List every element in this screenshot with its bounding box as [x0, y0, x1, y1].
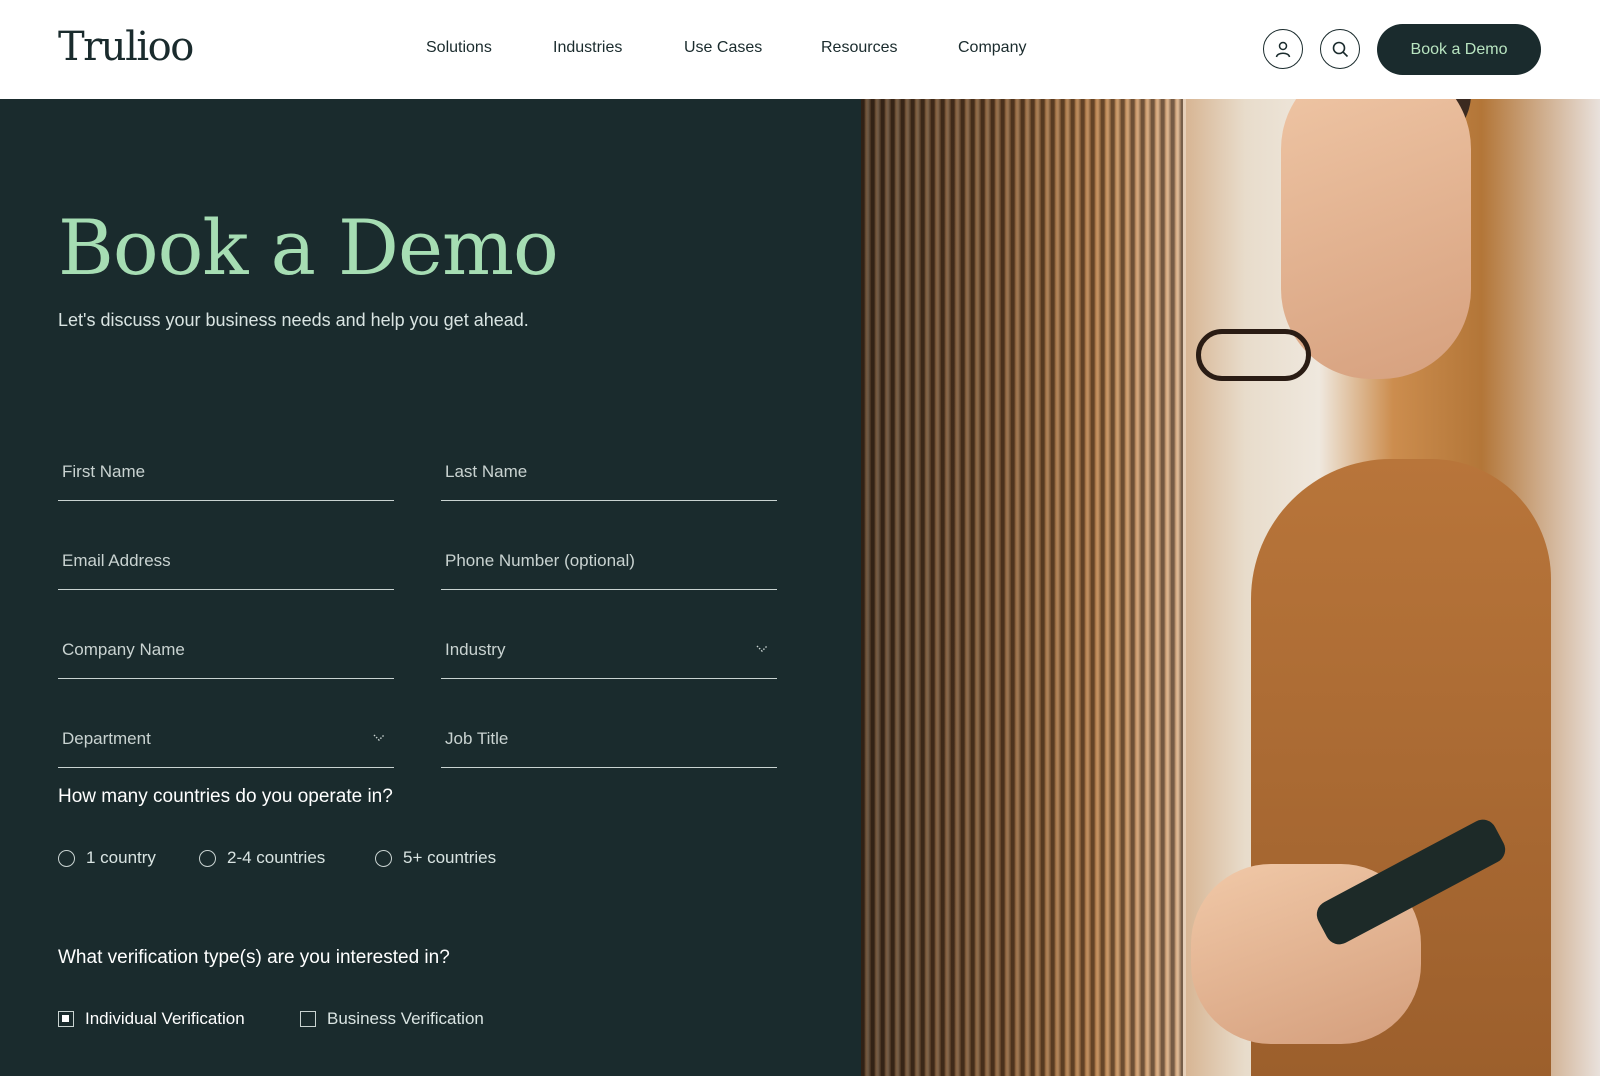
radio-2-4-countries[interactable]: 2-4 countries: [199, 848, 325, 868]
nav-company[interactable]: Company: [958, 39, 1026, 57]
site-header: Trulioo Solutions Industries Use Cases R…: [0, 0, 1600, 99]
email-placeholder: Email Address: [62, 551, 171, 570]
checkbox-individual-verification[interactable]: Individual Verification: [58, 1009, 245, 1029]
photo-reeded-glass: [861, 99, 1183, 1076]
logo[interactable]: Trulioo: [58, 24, 194, 70]
department-select[interactable]: Department: [58, 710, 394, 768]
form-panel: Book a Demo Let's discuss your business …: [0, 99, 861, 1076]
first-name-field[interactable]: First Name: [58, 443, 394, 501]
book-demo-button[interactable]: Book a Demo: [1377, 24, 1541, 75]
industry-select[interactable]: Industry: [441, 621, 777, 679]
hero-photo: [861, 99, 1600, 1076]
checkbox-box[interactable]: [300, 1011, 316, 1027]
company-name-placeholder: Company Name: [62, 640, 185, 659]
chevron-down-icon: [756, 645, 768, 652]
photo-person-head: [1281, 99, 1471, 379]
search-icon: [1332, 41, 1349, 58]
checkbox-box[interactable]: [58, 1011, 74, 1027]
photo-glass-edge: [1183, 99, 1186, 1076]
radio-circle[interactable]: [58, 849, 75, 867]
radio-1-country[interactable]: 1 country: [58, 848, 156, 868]
photo-glasses: [1196, 329, 1311, 381]
page-title: Book a Demo: [58, 203, 559, 292]
chevron-down-icon: [373, 734, 385, 741]
checkbox-label: Business Verification: [327, 1009, 484, 1028]
user-icon: [1275, 41, 1291, 58]
search-button[interactable]: [1320, 29, 1360, 69]
email-field[interactable]: Email Address: [58, 532, 394, 590]
radio-5-plus-countries[interactable]: 5+ countries: [375, 848, 496, 868]
phone-placeholder: Phone Number (optional): [445, 551, 635, 570]
radio-circle[interactable]: [199, 849, 216, 867]
job-title-placeholder: Job Title: [445, 729, 509, 748]
industry-placeholder: Industry: [445, 640, 506, 659]
account-button[interactable]: [1263, 29, 1303, 69]
radio-label: 1 country: [86, 848, 156, 867]
page-subtitle: Let's discuss your business needs and he…: [58, 310, 529, 330]
radio-label: 5+ countries: [403, 848, 497, 867]
company-name-field[interactable]: Company Name: [58, 621, 394, 679]
last-name-placeholder: Last Name: [445, 462, 528, 481]
nav-use-cases[interactable]: Use Cases: [684, 39, 762, 57]
nav-solutions[interactable]: Solutions: [426, 39, 492, 57]
phone-field[interactable]: Phone Number (optional): [441, 532, 777, 590]
checkbox-business-verification[interactable]: Business Verification: [300, 1009, 484, 1029]
job-title-field[interactable]: Job Title: [441, 710, 777, 768]
first-name-placeholder: First Name: [62, 462, 146, 481]
verification-question: What verification type(s) are you intere…: [58, 947, 450, 968]
nav-industries[interactable]: Industries: [553, 39, 622, 57]
countries-question: How many countries do you operate in?: [58, 786, 393, 807]
nav-resources[interactable]: Resources: [821, 39, 897, 57]
last-name-field[interactable]: Last Name: [441, 443, 777, 501]
radio-circle[interactable]: [375, 849, 392, 867]
radio-label: 2-4 countries: [227, 848, 326, 867]
department-placeholder: Department: [62, 729, 151, 748]
checkbox-label: Individual Verification: [85, 1009, 245, 1028]
